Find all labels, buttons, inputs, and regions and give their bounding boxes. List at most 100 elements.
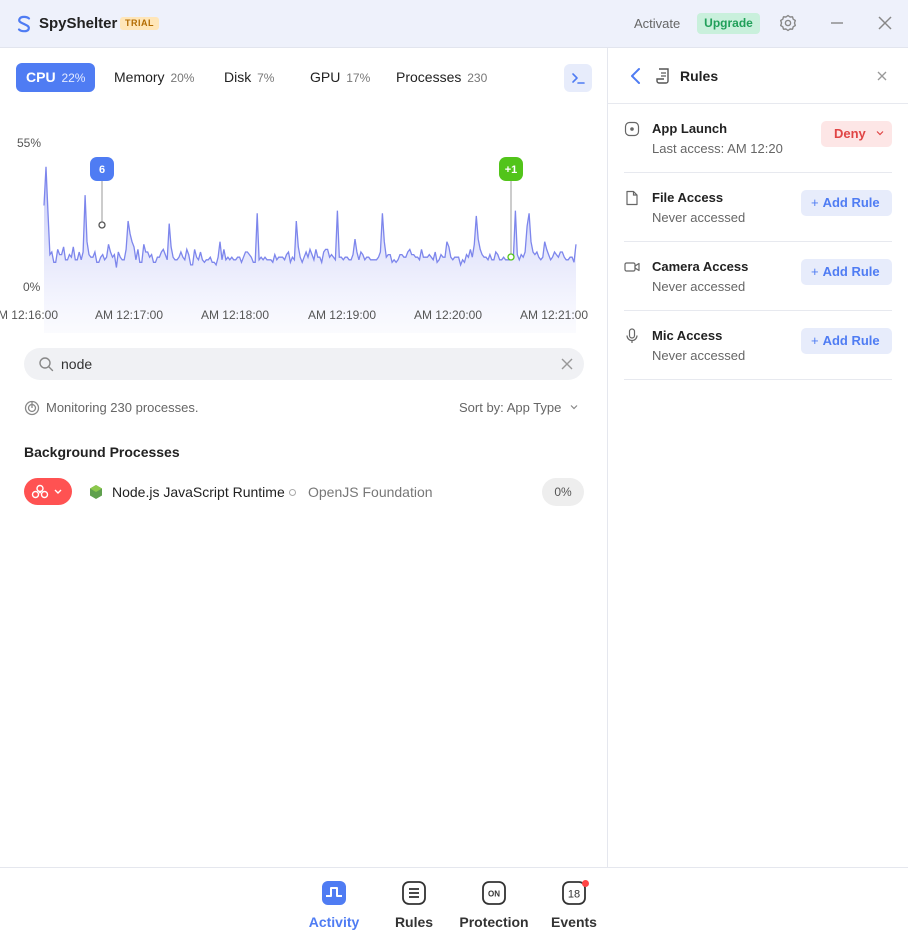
tab-memory-value: 20%	[170, 71, 195, 85]
nav-activity[interactable]: Activity	[294, 868, 374, 943]
tab-disk[interactable]: Disk 7%	[224, 63, 274, 92]
notification-dot	[582, 880, 589, 887]
title-bar: SpyShelter TRIAL Activate Upgrade	[0, 0, 908, 48]
search-bar[interactable]	[24, 348, 584, 380]
marker-label: +1	[505, 164, 518, 176]
rule-subtitle: Last access: AM 12:20	[652, 141, 783, 156]
app-title: SpyShelter	[39, 15, 118, 32]
tab-disk-value: 7%	[257, 71, 275, 85]
close-icon[interactable]	[876, 14, 894, 32]
add-rule-label: Add Rule	[822, 264, 880, 279]
activity-icon	[322, 881, 346, 905]
rule-subtitle: Never accessed	[652, 210, 746, 225]
deny-button[interactable]: Deny	[821, 121, 892, 147]
rule-app-launch: App Launch Last access: AM 12:20 Deny	[624, 104, 892, 173]
bottom-nav: Activity Rules ON Protection 18 Events	[0, 867, 908, 942]
time-tick-label: AM 12:19:00	[307, 308, 377, 322]
protection-on-icon: ON	[482, 881, 506, 905]
process-vendor: OpenJS Foundation	[308, 484, 433, 500]
nav-events[interactable]: 18 Events	[534, 868, 614, 943]
separator-dot	[289, 489, 296, 496]
time-tick-label: AM 12:21:00	[519, 308, 589, 322]
sort-label: Sort by: App Type	[459, 400, 562, 415]
mic-icon	[626, 328, 638, 343]
add-rule-label: Add Rule	[822, 195, 880, 210]
minimize-icon[interactable]	[828, 14, 846, 32]
terminal-icon	[572, 73, 585, 84]
tab-memory[interactable]: Memory 20%	[114, 63, 194, 92]
clear-search-icon[interactable]	[560, 357, 574, 371]
plus-icon: +	[811, 195, 819, 210]
radar-icon	[24, 400, 40, 416]
rule-camera-access: Camera Access Never accessed + Add Rule	[624, 242, 892, 311]
rules-panel-header: Rules	[608, 48, 908, 104]
marker-label: 6	[99, 164, 105, 176]
sort-dropdown[interactable]: Sort by: App Type	[459, 400, 579, 415]
file-icon	[626, 190, 638, 206]
add-rule-button[interactable]: + Add Rule	[801, 328, 892, 354]
nav-events-label: Events	[551, 914, 597, 930]
monitoring-status: Monitoring 230 processes.	[24, 400, 198, 416]
nav-protection[interactable]: ON Protection	[454, 868, 534, 943]
process-cpu-badge: 0%	[542, 478, 584, 506]
trial-badge: TRIAL	[120, 17, 159, 30]
tab-processes-value: 230	[467, 71, 488, 85]
process-row[interactable]: Node.js JavaScript Runtime OpenJS Founda…	[24, 478, 584, 506]
marker-point	[507, 253, 515, 261]
add-rule-label: Add Rule	[822, 333, 880, 348]
time-tick-label: AM 12:17:00	[94, 308, 164, 322]
deny-label: Deny	[834, 126, 866, 141]
tab-cpu-label: CPU	[26, 69, 56, 85]
time-tick-label: AM 12:16:00	[0, 308, 58, 322]
tab-cpu[interactable]: CPU 22%	[16, 63, 96, 92]
launch-icon	[624, 121, 640, 137]
back-arrow-icon[interactable]	[628, 67, 644, 85]
rule-file-access: File Access Never accessed + Add Rule	[624, 173, 892, 242]
nodejs-icon	[90, 485, 102, 499]
process-name: Node.js JavaScript Runtime	[112, 484, 285, 500]
tab-gpu[interactable]: GPU 17%	[310, 63, 370, 92]
search-icon	[39, 357, 54, 372]
marker-point	[98, 221, 106, 229]
rules-panel-title: Rules	[680, 68, 719, 84]
tab-processes[interactable]: Processes 230	[396, 63, 487, 92]
tab-gpu-value: 17%	[346, 71, 371, 85]
add-rule-button[interactable]: + Add Rule	[801, 190, 892, 216]
rule-title: Camera Access	[652, 259, 749, 274]
nav-rules[interactable]: Rules	[374, 868, 454, 943]
events-count: 18	[568, 889, 580, 901]
rules-scroll-icon	[656, 68, 669, 84]
chevron-down-icon	[876, 131, 884, 136]
plus-icon: +	[811, 264, 819, 279]
tab-processes-label: Processes	[396, 69, 462, 85]
rule-subtitle: Never accessed	[652, 279, 746, 294]
plus-icon: +	[811, 333, 819, 348]
upgrade-button[interactable]: Upgrade	[697, 13, 760, 34]
rules-list-icon	[402, 881, 426, 905]
tab-gpu-label: GPU	[310, 69, 341, 85]
gear-icon[interactable]	[779, 14, 797, 32]
rule-subtitle: Never accessed	[652, 348, 746, 363]
nav-activity-label: Activity	[308, 914, 360, 930]
activity-pane: CPU 22% Memory 20% Disk 7% GPU 17% Proce…	[0, 48, 607, 867]
camera-icon	[624, 262, 640, 272]
terminal-button[interactable]	[564, 64, 592, 92]
tab-disk-label: Disk	[224, 69, 252, 85]
nav-protection-label: Protection	[459, 914, 529, 930]
nav-rules-label: Rules	[394, 914, 434, 930]
biohazard-icon	[31, 484, 62, 499]
search-input[interactable]	[61, 348, 541, 380]
close-panel-icon[interactable]	[876, 70, 888, 82]
section-title: Background Processes	[24, 444, 180, 460]
tab-memory-label: Memory	[114, 69, 165, 85]
tab-cpu-value: 22%	[61, 71, 86, 85]
rule-title: File Access	[652, 190, 724, 205]
rule-title: Mic Access	[652, 328, 723, 343]
rule-title: App Launch	[652, 121, 728, 136]
process-risk-button[interactable]	[24, 478, 72, 505]
add-rule-button[interactable]: + Add Rule	[801, 259, 892, 285]
rule-mic-access: Mic Access Never accessed + Add Rule	[624, 311, 892, 380]
activate-link[interactable]: Activate	[634, 16, 680, 31]
monitoring-text: Monitoring 230 processes.	[46, 400, 199, 415]
time-tick-label: AM 12:18:00	[200, 308, 270, 322]
